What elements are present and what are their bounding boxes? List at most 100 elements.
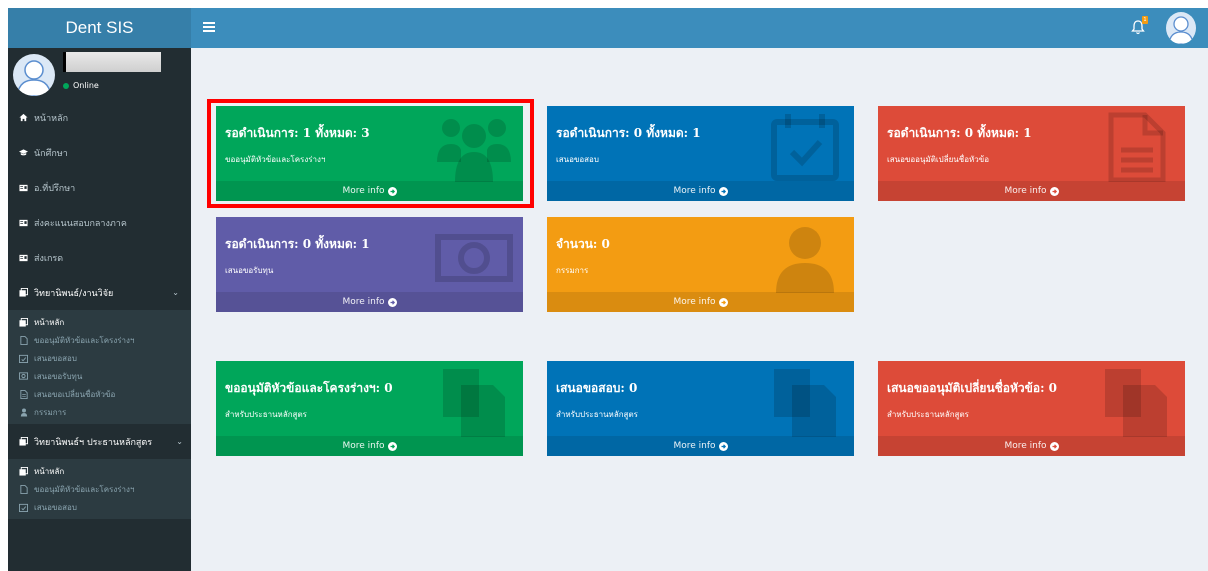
sidebar-item-home[interactable]: หน้าหลัก [8,100,191,135]
submenu-item-label: ขออนุมัติหัวข้อและโครงร่างฯ [34,335,135,345]
home-icon [19,113,28,122]
info-box-subtitle: เสนอขอรับทุน [225,266,274,275]
info-box-title: ขออนุมัติหัวข้อและโครงร่างฯ: 0 [225,381,393,395]
more-info-label: More info [342,441,385,451]
users-icon [437,119,511,182]
more-info-label: More info [673,186,716,196]
file-text-icon [19,389,28,399]
arrow-circle-right-icon [718,186,728,196]
app-logo[interactable]: Dent SIS [8,8,191,48]
more-info-link[interactable]: More info [878,436,1185,456]
submenu-item-label: เสนอขอสอบ [34,502,77,512]
calendar-check-icon [19,354,28,363]
more-info-link[interactable]: More info [878,181,1185,201]
sidebar-item-advisor[interactable]: อ.ที่ปรึกษา [8,170,191,205]
submenu-item-home[interactable]: หน้าหลัก [8,462,191,480]
submenu-item-label: หน้าหลัก [34,466,65,476]
calendar-check-icon [771,114,839,181]
more-info-label: More info [673,297,716,307]
submenu-item-funding[interactable]: เสนอขอรับทุน [8,367,191,385]
sidebar-item-label: ส่งคะแนนสอบกลางภาค [34,218,127,229]
clone-icon [19,437,28,446]
arrow-circle-right-icon [1049,441,1059,451]
file-icon [19,335,28,345]
info-box-subtitle: ขออนุมัติหัวข้อและโครงร่างฯ [225,155,326,164]
info-box-title: รอดำเนินการ: 0 ทั้งหมด: 1 [887,126,1032,140]
sidebar-group-thesis[interactable]: วิทยานิพนธ์/งานวิจัย ⌄ [8,275,191,310]
sidebar-menu-2: วิทยานิพนธ์ฯ ประธานหลักสูตร ⌄ [8,424,191,459]
sidebar-group-label: วิทยานิพนธ์/งานวิจัย [34,288,114,299]
submenu-item-label: หน้าหลัก [34,317,65,327]
arrow-circle-right-icon [1049,186,1059,196]
info-box-rename-topic: รอดำเนินการ: 0 ทั้งหมด: 1 เสนอขออนุมัติเ… [878,106,1185,201]
more-info-label: More info [673,441,716,451]
user-panel: Online [8,48,191,100]
more-info-label: More info [1004,186,1047,196]
info-box-subtitle: กรรมการ [556,266,589,275]
more-info-link[interactable]: More info [547,436,854,456]
submenu-item-label: เสนอขอสอบ [34,353,77,363]
more-info-link[interactable]: More info [547,181,854,201]
id-card-icon [19,253,28,262]
money-icon [19,372,28,381]
info-box-subtitle: เสนอขอสอบ [556,155,599,164]
more-info-label: More info [1004,441,1047,451]
chevron-down-icon: ⌄ [176,437,183,446]
info-box-subtitle: สำหรับประธานหลักสูตร [556,410,638,419]
user-avatar [13,54,55,96]
more-info-link[interactable]: More info [547,292,854,312]
main-content: รอดำเนินการ: 1 ทั้งหมด: 3 ขออนุมัติหัวข้… [191,48,1208,571]
sidebar-item-students[interactable]: นักศึกษา [8,135,191,170]
submenu-item-exam-request[interactable]: เสนอขอสอบ [8,498,191,516]
clone-icon [19,466,28,476]
info-box-title: เสนอขอสอบ: 0 [556,381,638,395]
user-icon [776,227,834,293]
sidebar-item-midterm-scores[interactable]: ส่งคะแนนสอบกลางภาค [8,205,191,240]
submenu-item-label: กรรมการ [34,407,67,417]
submenu-item-label: เสนอขอเปลี่ยนชื่อหัวข้อ [34,389,116,399]
info-box-title: รอดำเนินการ: 0 ทั้งหมด: 1 [225,237,370,251]
top-navbar: 1 [191,8,1208,48]
more-info-link[interactable]: More info [216,181,523,201]
info-box-chair-exam-request: เสนอขอสอบ: 0 สำหรับประธานหลักสูตร More i… [547,361,854,456]
info-box-subtitle: เสนอขออนุมัติเปลี่ยนชื่อหัวข้อ [887,155,990,164]
arrow-circle-right-icon [718,441,728,451]
online-label: Online [73,81,99,90]
online-dot-icon [63,82,69,89]
graduation-cap-icon [19,148,28,157]
submenu-item-home[interactable]: หน้าหลัก [8,313,191,331]
sidebar-item-label: ส่งเกรด [34,253,64,264]
submenu-item-topic-approval[interactable]: ขออนุมัติหัวข้อและโครงร่างฯ [8,480,191,498]
info-box-subtitle: สำหรับประธานหลักสูตร [887,410,969,419]
submenu-item-exam-request[interactable]: เสนอขอสอบ [8,349,191,367]
more-info-link[interactable]: More info [216,292,523,312]
copy-icon [1105,369,1167,437]
sidebar-toggle-icon[interactable] [203,20,215,34]
sidebar: Dent SIS Online หน้าหลัก นักศึกษา อ.ที่ป… [8,8,191,571]
info-box-subtitle: สำหรับประธานหลักสูตร [225,410,307,419]
chevron-down-icon: ⌄ [172,288,179,297]
more-info-link[interactable]: More info [216,436,523,456]
sidebar-item-label: อ.ที่ปรึกษา [34,183,76,194]
user-name-redacted [63,52,161,72]
info-box-title: เสนอขออนุมัติเปลี่ยนชื่อหัวข้อ: 0 [887,381,1058,395]
sidebar-menu: หน้าหลัก นักศึกษา อ.ที่ปรึกษา ส่งคะแนนสอ… [8,100,191,310]
copy-icon [774,369,836,437]
header-user-avatar[interactable] [1166,12,1196,44]
submenu-item-topic-approval[interactable]: ขออนุมัติหัวข้อและโครงร่างฯ [8,331,191,349]
info-box-committee: จำนวน: 0 กรรมการ More info [547,217,854,312]
info-box-title: รอดำเนินการ: 0 ทั้งหมด: 1 [556,126,701,140]
user-icon [19,408,28,417]
submenu-item-committee[interactable]: กรรมการ [8,403,191,421]
info-box-funding: รอดำเนินการ: 0 ทั้งหมด: 1 เสนอขอรับทุน M… [216,217,523,312]
sidebar-item-grades[interactable]: ส่งเกรด [8,240,191,275]
copy-icon [443,369,505,437]
file-text-icon [1108,112,1166,182]
id-card-icon [19,183,28,192]
online-status: Online [63,81,99,90]
sidebar-group-thesis-chair[interactable]: วิทยานิพนธ์ฯ ประธานหลักสูตร ⌄ [8,424,191,459]
submenu-thesis: หน้าหลัก ขออนุมัติหัวข้อและโครงร่างฯ เสน… [8,310,191,424]
submenu-item-rename-topic[interactable]: เสนอขอเปลี่ยนชื่อหัวข้อ [8,385,191,403]
submenu-thesis-chair: หน้าหลัก ขออนุมัติหัวข้อและโครงร่างฯ เสน… [8,459,191,519]
more-info-label: More info [342,297,385,307]
